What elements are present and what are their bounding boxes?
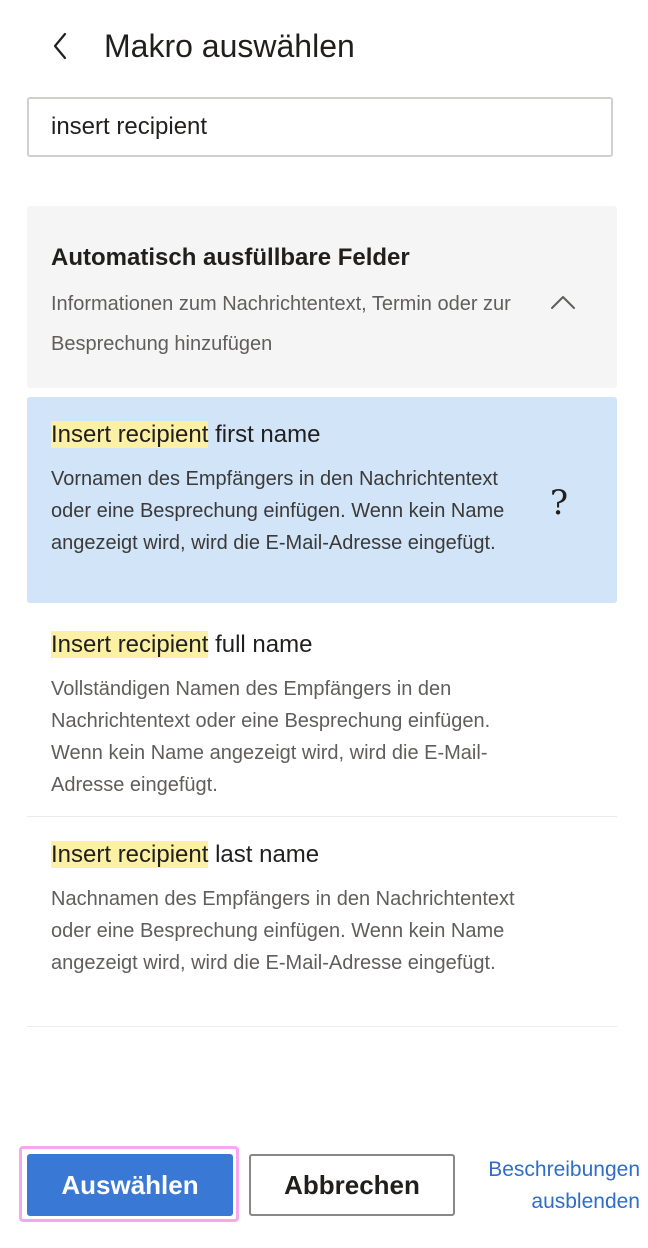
hide-descriptions-link[interactable]: Beschreibungen ausblenden (462, 1154, 640, 1218)
macro-item-description: Vornamen des Empfängers in den Nachricht… (51, 468, 505, 554)
macro-item-title: Insert recipient full name (51, 629, 312, 661)
macro-picker-panel: Makro auswählen Automatisch ausfüllbare … (0, 0, 648, 1248)
collapse-button[interactable] (543, 282, 583, 322)
macro-item-title-rest: last name (208, 841, 320, 868)
select-button[interactable]: Auswählen (27, 1154, 233, 1216)
help-icon[interactable]: ? (543, 483, 575, 523)
macro-item-first-name[interactable]: Insert recipient first name Vornamen des… (27, 397, 617, 603)
macro-item-title-rest: first name (208, 421, 321, 448)
macro-item-title: Insert recipient last name (51, 839, 319, 871)
search-match-highlight: Insert recipient (51, 421, 209, 448)
header: Makro auswählen (0, 0, 648, 92)
chevron-up-icon (551, 296, 575, 309)
search-input[interactable] (51, 99, 591, 155)
chevron-left-icon (53, 32, 67, 60)
category-header[interactable]: Automatisch ausfüllbare Felder Informati… (27, 206, 617, 388)
page-title: Makro auswählen (104, 28, 355, 64)
macro-item-title: Insert recipient first name (51, 419, 320, 451)
back-button[interactable] (40, 22, 80, 70)
macro-item-full-name[interactable]: Insert recipient full name Vollständigen… (27, 607, 617, 817)
macro-item-title-rest: full name (208, 631, 313, 658)
search-match-highlight: Insert recipient (51, 841, 209, 868)
category-title: Automatisch ausfüllbare Felder (51, 244, 410, 271)
macro-item-description: Nachnamen des Empfängers in den Nachrich… (51, 888, 515, 974)
macro-item-last-name[interactable]: Insert recipient last name Nachnamen des… (27, 817, 617, 1027)
cancel-button[interactable]: Abbrechen (249, 1154, 455, 1216)
category-description: Informationen zum Nachrichtentext, Termi… (51, 293, 511, 355)
macro-item-description: Vollständigen Namen des Empfängers in de… (51, 678, 491, 796)
search-match-highlight: Insert recipient (51, 631, 209, 658)
search-box (27, 97, 613, 157)
